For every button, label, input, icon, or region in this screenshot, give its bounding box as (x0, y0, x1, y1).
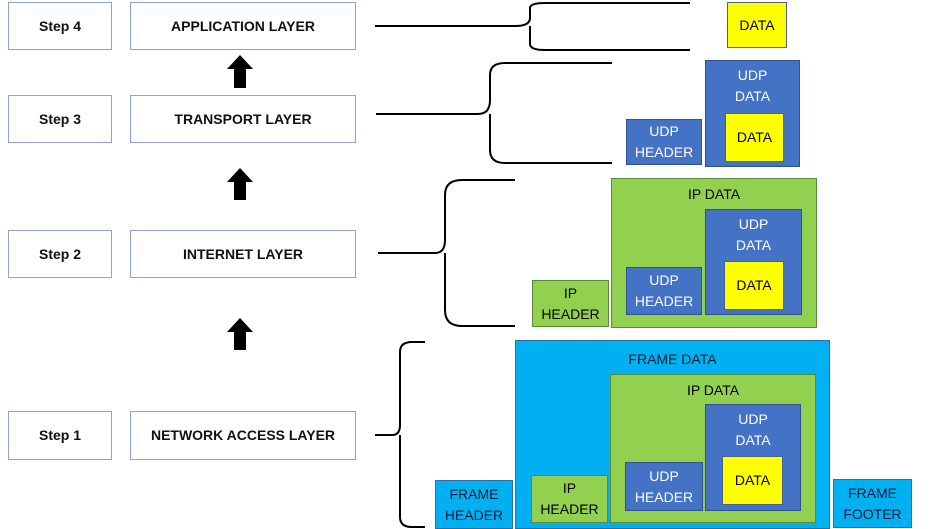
application-layer-box: APPLICATION LAYER (130, 2, 356, 50)
up-arrow-icon (227, 168, 253, 200)
data-block: DATA (727, 2, 787, 48)
brace-transport (376, 62, 612, 164)
step-1-box: Step 1 (8, 411, 112, 460)
step-2-box: Step 2 (8, 230, 112, 278)
data-block: DATA (722, 456, 783, 505)
up-arrow-icon (227, 318, 253, 350)
data-block: DATA (725, 113, 784, 162)
brace-network (375, 341, 425, 528)
udp-header-block: UDP HEADER (626, 119, 702, 165)
udp-header-block: UDP HEADER (626, 267, 702, 315)
ip-header-block: IP HEADER (532, 280, 609, 327)
step-4-box: Step 4 (8, 2, 112, 50)
udp-header-block: UDP HEADER (625, 462, 703, 511)
frame-footer-block: FRAME FOOTER (833, 479, 912, 528)
step-3-box: Step 3 (8, 95, 112, 143)
internet-layer-box: INTERNET LAYER (130, 230, 356, 278)
brace-application (375, 2, 690, 51)
transport-layer-box: TRANSPORT LAYER (130, 95, 356, 143)
data-block: DATA (724, 261, 784, 310)
brace-internet (378, 179, 515, 327)
frame-header-block: FRAME HEADER (435, 480, 513, 529)
ip-header-block: IP HEADER (531, 475, 608, 523)
up-arrow-icon (227, 55, 253, 88)
network-access-layer-box: NETWORK ACCESS LAYER (130, 411, 356, 460)
